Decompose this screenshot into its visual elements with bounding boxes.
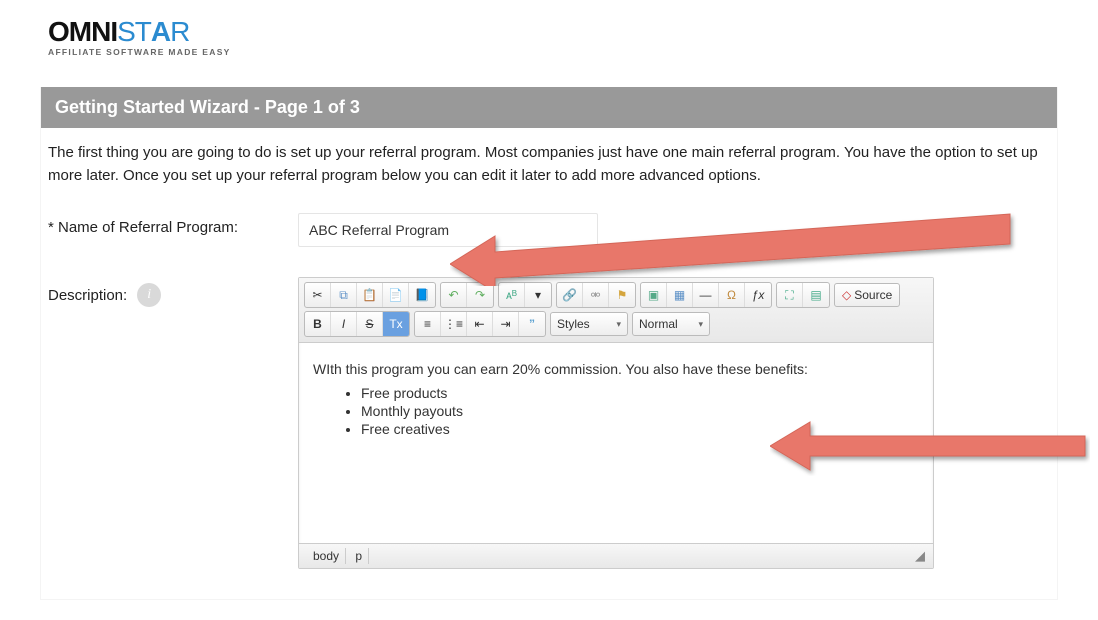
hr-icon[interactable]: —	[693, 283, 719, 307]
copy-icon[interactable]: ⧉	[331, 283, 357, 307]
table-icon[interactable]: ▦	[667, 283, 693, 307]
bold-icon[interactable]: B	[305, 312, 331, 336]
editor-content-area[interactable]: WIth this program you can earn 20% commi…	[299, 343, 933, 543]
cut-icon[interactable]: ✂	[305, 283, 331, 307]
link-icon[interactable]: 🔗	[557, 283, 583, 307]
ul-icon[interactable]: ⋮≡	[441, 312, 467, 336]
field-row-name: * Name of Referral Program:	[48, 213, 1050, 247]
image-icon[interactable]: ▣	[641, 283, 667, 307]
element-path: body p	[307, 548, 369, 564]
outdent-icon[interactable]: ⇤	[467, 312, 493, 336]
rich-text-editor: ✂ ⧉ 📋 📄 📘 ↶ ↷ ᴀᴮ	[298, 277, 934, 569]
styles-dropdown[interactable]: Styles	[550, 312, 628, 336]
path-body[interactable]: body	[307, 548, 346, 564]
field-row-description: Description: i ✂ ⧉ 📋 📄 �	[48, 277, 1050, 569]
function-icon[interactable]: ƒx	[745, 283, 771, 307]
page-title: Getting Started Wizard - Page 1 of 3	[41, 87, 1057, 128]
blockquote-icon[interactable]: ”	[519, 312, 545, 336]
paste-word-icon[interactable]: 📘	[409, 283, 435, 307]
show-blocks-icon[interactable]: ▤	[803, 283, 829, 307]
redo-icon[interactable]: ↷	[467, 283, 493, 307]
editor-toolbar: ✂ ⧉ 📋 📄 📘 ↶ ↷ ᴀᴮ	[299, 278, 933, 343]
source-button[interactable]: Source	[834, 283, 900, 307]
brand-tagline: AFFILIATE SOFTWARE MADE EASY	[48, 47, 1050, 57]
scayt-icon[interactable]: ▾	[525, 283, 551, 307]
path-p[interactable]: p	[349, 548, 369, 564]
special-char-icon[interactable]: Ω	[719, 283, 745, 307]
undo-icon[interactable]: ↶	[441, 283, 467, 307]
strike-icon[interactable]: S	[357, 312, 383, 336]
format-dropdown[interactable]: Normal	[632, 312, 710, 336]
italic-icon[interactable]: I	[331, 312, 357, 336]
anchor-icon[interactable]: ⚑	[609, 283, 635, 307]
name-field-label: * Name of Referral Program:	[48, 219, 238, 236]
editor-bullet-list: Free products Monthly payouts Free creat…	[313, 385, 919, 437]
list-item: Monthly payouts	[361, 403, 919, 419]
description-field-label: Description:	[48, 287, 127, 304]
referral-name-input[interactable]	[298, 213, 598, 247]
ol-icon[interactable]: ≡	[415, 312, 441, 336]
indent-icon[interactable]: ⇥	[493, 312, 519, 336]
list-item: Free creatives	[361, 421, 919, 437]
paste-text-icon[interactable]: 📄	[383, 283, 409, 307]
info-icon[interactable]: i	[137, 283, 161, 307]
resize-handle[interactable]: ◢	[915, 548, 925, 564]
remove-format-icon[interactable]: Tx	[383, 312, 409, 336]
brand-logo: OMNISTAR AFFILIATE SOFTWARE MADE EASY	[48, 18, 1050, 57]
intro-text: The first thing you are going to do is s…	[48, 142, 1050, 187]
editor-footer: body p ◢	[299, 543, 933, 568]
paste-icon[interactable]: 📋	[357, 283, 383, 307]
unlink-icon[interactable]: ⚮	[583, 283, 609, 307]
maximize-icon[interactable]: ⛶	[777, 283, 803, 307]
editor-paragraph: WIth this program you can earn 20% commi…	[313, 361, 919, 377]
spellcheck-icon[interactable]: ᴀᴮ	[499, 283, 525, 307]
list-item: Free products	[361, 385, 919, 401]
